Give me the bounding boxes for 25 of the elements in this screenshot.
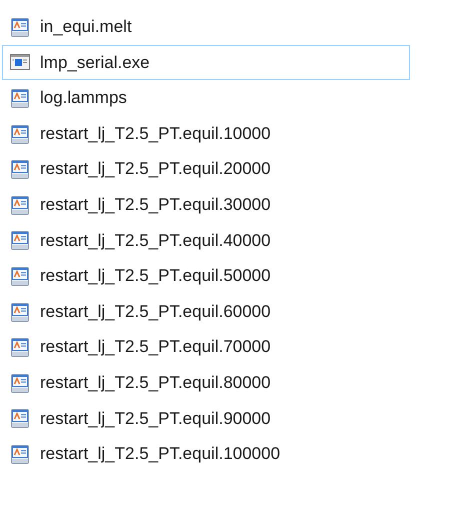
document-icon: [9, 86, 31, 109]
document-icon: [9, 300, 31, 323]
file-item[interactable]: lmp_serial.exe: [2, 44, 410, 80]
document-icon: [9, 158, 31, 180]
document-icon: [9, 194, 31, 216]
document-icon: [9, 372, 31, 394]
file-item[interactable]: restart_lj_T2.5_PT.equil.90000: [2, 400, 410, 436]
document-icon: [9, 336, 31, 358]
document-icon: [9, 16, 31, 38]
document-icon: [9, 442, 31, 465]
document-icon: [9, 407, 31, 430]
file-item[interactable]: restart_lj_T2.5_PT.equil.10000: [2, 116, 410, 152]
file-item[interactable]: restart_lj_T2.5_PT.equil.100000: [2, 436, 410, 472]
file-item[interactable]: restart_lj_T2.5_PT.equil.70000: [2, 329, 410, 365]
file-item[interactable]: restart_lj_T2.5_PT.equil.50000: [2, 258, 410, 294]
file-item[interactable]: restart_lj_T2.5_PT.equil.60000: [2, 294, 410, 330]
document-icon: [9, 122, 31, 145]
document-icon: [9, 264, 31, 287]
file-item[interactable]: log.lammps: [2, 80, 410, 116]
file-item[interactable]: restart_lj_T2.5_PT.equil.20000: [2, 151, 410, 187]
file-item[interactable]: restart_lj_T2.5_PT.equil.30000: [2, 186, 410, 223]
file-item[interactable]: restart_lj_T2.5_PT.equil.80000: [2, 364, 410, 401]
file-item[interactable]: restart_lj_T2.5_PT.equil.40000: [2, 222, 410, 258]
file-item[interactable]: in_equi.melt: [2, 9, 410, 45]
document-icon: [9, 229, 31, 252]
